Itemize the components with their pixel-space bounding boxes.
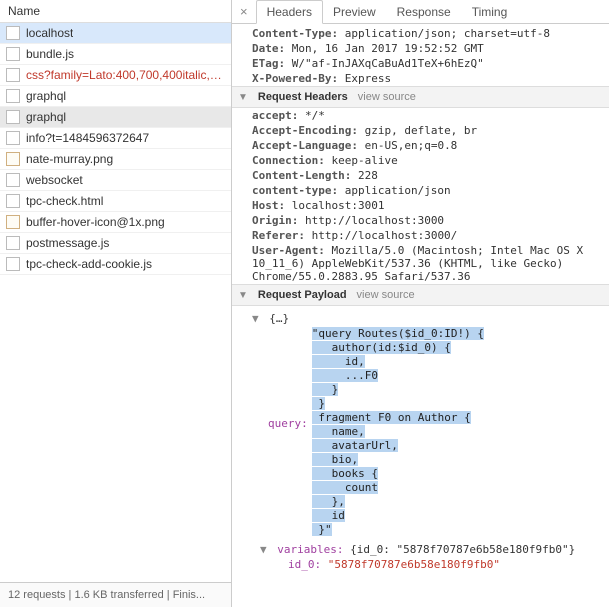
image-file-icon bbox=[6, 215, 20, 229]
section-title: Request Payload bbox=[258, 289, 347, 301]
file-name: graphql bbox=[26, 89, 66, 103]
file-icon bbox=[6, 173, 20, 187]
file-name: tpc-check-add-cookie.js bbox=[26, 257, 152, 271]
file-icon bbox=[6, 236, 20, 250]
file-icon bbox=[6, 257, 20, 271]
file-name: tpc-check.html bbox=[26, 194, 103, 208]
file-row[interactable]: postmessage.js bbox=[0, 233, 231, 254]
header-row: content-type: application/json bbox=[232, 183, 609, 198]
file-name: info?t=1484596372647 bbox=[26, 131, 149, 145]
file-row[interactable]: bundle.js bbox=[0, 44, 231, 65]
header-row: accept: */* bbox=[232, 108, 609, 123]
network-file-panel: Name localhost bundle.js css?family=Lato:4… bbox=[0, 0, 232, 607]
file-name: buffer-hover-icon@1x.png bbox=[26, 215, 165, 229]
header-row: ETag: W/"af-InJAXqCaBuAd1TeX+6hEzQ" bbox=[232, 56, 609, 71]
variables-row[interactable]: ▼ variables: {id_0: "5878f70787e6b58e180… bbox=[260, 537, 609, 556]
file-row[interactable]: buffer-hover-icon@1x.png bbox=[0, 212, 231, 233]
detail-body: Content-Type: application/json; charset=… bbox=[232, 24, 609, 607]
file-row[interactable]: css?family=Lato:400,700,400italic,700... bbox=[0, 65, 231, 86]
file-name: bundle.js bbox=[26, 47, 74, 61]
file-name: postmessage.js bbox=[26, 236, 109, 250]
triangle-down-icon: ▼ bbox=[252, 312, 259, 325]
header-row: Date: Mon, 16 Jan 2017 19:52:52 GMT bbox=[232, 41, 609, 56]
triangle-down-icon: ▼ bbox=[238, 290, 248, 301]
file-row[interactable]: tpc-check-add-cookie.js bbox=[0, 254, 231, 275]
file-name: localhost bbox=[26, 26, 73, 40]
request-payload-section[interactable]: ▼ Request Payload view source bbox=[232, 284, 609, 306]
file-row[interactable]: graphql bbox=[0, 86, 231, 107]
query-key: query: bbox=[268, 327, 308, 430]
file-icon bbox=[6, 110, 20, 124]
tab-timing[interactable]: Timing bbox=[462, 1, 519, 23]
name-column-header[interactable]: Name bbox=[0, 0, 231, 23]
file-row[interactable]: info?t=1484596372647 bbox=[0, 128, 231, 149]
header-row: Origin: http://localhost:3000 bbox=[232, 213, 609, 228]
file-icon bbox=[6, 131, 20, 145]
file-row[interactable]: localhost bbox=[0, 23, 231, 44]
detail-tabs: × HeadersPreviewResponseTiming bbox=[232, 0, 609, 24]
tab-response[interactable]: Response bbox=[387, 1, 462, 23]
file-name: css?family=Lato:400,700,400italic,700... bbox=[26, 68, 225, 82]
header-row: Content-Length: 228 bbox=[232, 168, 609, 183]
file-row[interactable]: nate-murray.png bbox=[0, 149, 231, 170]
file-icon bbox=[6, 26, 20, 40]
status-bar: 12 requests | 1.6 KB transferred | Finis… bbox=[0, 582, 231, 607]
view-source-link[interactable]: view source bbox=[358, 91, 416, 103]
variable-entry: id_0: "5878f70787e6b58e180f9fb0" bbox=[288, 556, 609, 571]
file-row[interactable]: websocket bbox=[0, 170, 231, 191]
close-icon[interactable]: × bbox=[232, 0, 256, 23]
image-file-icon bbox=[6, 152, 20, 166]
request-headers-section[interactable]: ▼ Request Headers view source bbox=[232, 86, 609, 108]
header-row: Content-Type: application/json; charset=… bbox=[232, 26, 609, 41]
header-row: X-Powered-By: Express bbox=[232, 71, 609, 86]
tab-headers[interactable]: Headers bbox=[256, 0, 323, 24]
file-icon bbox=[6, 89, 20, 103]
triangle-down-icon: ▼ bbox=[260, 543, 267, 556]
header-row: Host: localhost:3001 bbox=[232, 198, 609, 213]
file-icon bbox=[6, 68, 20, 82]
section-title: Request Headers bbox=[258, 91, 348, 103]
query-value[interactable]: "query Routes($id_0:ID!) { author(id:$id… bbox=[312, 327, 484, 537]
header-row: Connection: keep-alive bbox=[232, 153, 609, 168]
triangle-down-icon: ▼ bbox=[238, 92, 248, 103]
file-icon bbox=[6, 194, 20, 208]
header-row: User-Agent: Mozilla/5.0 (Macintosh; Inte… bbox=[232, 243, 609, 284]
file-list: localhost bundle.js css?family=Lato:400,70… bbox=[0, 23, 231, 582]
file-name: nate-murray.png bbox=[26, 152, 113, 166]
payload-root-toggle[interactable]: ▼ {…} bbox=[252, 310, 609, 327]
header-row: Referer: http://localhost:3000/ bbox=[232, 228, 609, 243]
header-row: Accept-Encoding: gzip, deflate, br bbox=[232, 123, 609, 138]
tab-preview[interactable]: Preview bbox=[323, 1, 387, 23]
file-row[interactable]: graphql bbox=[0, 107, 231, 128]
file-icon bbox=[6, 47, 20, 61]
header-row: Accept-Language: en-US,en;q=0.8 bbox=[232, 138, 609, 153]
view-source-link[interactable]: view source bbox=[357, 289, 415, 301]
file-name: websocket bbox=[26, 173, 83, 187]
detail-panel: × HeadersPreviewResponseTiming Content-T… bbox=[232, 0, 609, 607]
file-name: graphql bbox=[26, 110, 66, 124]
file-row[interactable]: tpc-check.html bbox=[0, 191, 231, 212]
